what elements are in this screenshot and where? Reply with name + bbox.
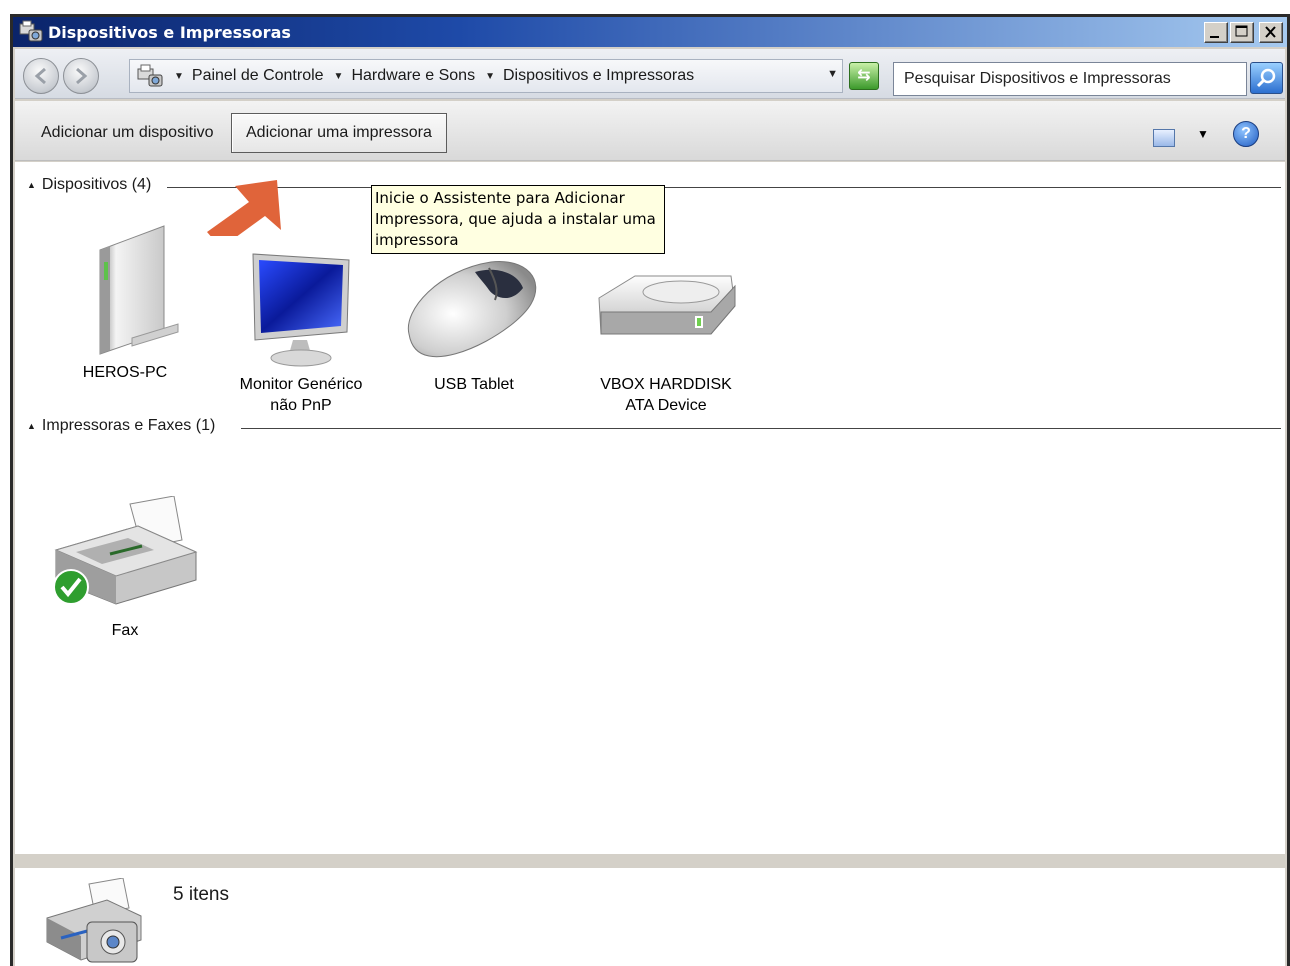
breadcrumb[interactable]: ▼ Painel de Controle ▼ Hardware e Sons ▼ Di… xyxy=(129,59,843,93)
monitor-icon xyxy=(241,250,361,368)
change-view-icon[interactable] xyxy=(1153,129,1175,147)
device-item[interactable]: Fax xyxy=(45,495,205,641)
chevron-down-icon[interactable]: ▼ xyxy=(174,71,184,82)
title-bar[interactable]: Dispositivos e Impressoras xyxy=(13,17,1287,47)
device-item[interactable]: USB Tablet xyxy=(399,250,549,395)
add-printer-button[interactable]: Adicionar uma impressora xyxy=(231,113,447,153)
forward-button[interactable] xyxy=(63,58,99,94)
window: Dispositivos e Impressoras ▼ Painel de C… xyxy=(10,14,1290,966)
device-list: ▲ Dispositivos (4) Inicie o Assistente p… xyxy=(15,162,1285,854)
search-input[interactable]: Pesquisar Dispositivos e Impressoras xyxy=(893,62,1247,96)
computer-icon xyxy=(70,220,180,356)
refresh-icon: ⇆ xyxy=(857,67,871,84)
command-bar: Adicionar um dispositivo Adicionar uma i… xyxy=(15,101,1285,161)
device-item[interactable]: HEROS-PC xyxy=(55,220,195,383)
hard-disk-icon xyxy=(591,262,741,368)
chevron-down-icon[interactable]: ▼ xyxy=(334,71,344,82)
arrow-left-icon xyxy=(34,67,46,85)
group-header-devices[interactable]: ▲ Dispositivos (4) xyxy=(27,176,151,194)
back-button[interactable] xyxy=(23,58,59,94)
group-divider xyxy=(167,187,1281,188)
arrow-right-icon xyxy=(76,67,88,85)
group-header-printers[interactable]: ▲ Impressoras e Faxes (1) xyxy=(27,417,215,435)
chevron-down-icon[interactable]: ▼ xyxy=(485,71,495,82)
minimize-button[interactable] xyxy=(1204,22,1228,43)
breadcrumb-item-painel[interactable]: ▼ Painel de Controle xyxy=(174,67,324,85)
item-count: 5 itens xyxy=(173,884,229,905)
breadcrumb-item-hardware[interactable]: ▼ Hardware e Sons xyxy=(334,67,476,85)
collapse-triangle-icon[interactable]: ▲ xyxy=(27,180,36,190)
collapse-triangle-icon[interactable]: ▲ xyxy=(27,421,36,431)
default-check-icon xyxy=(53,569,89,605)
devices-printers-icon xyxy=(136,63,164,89)
device-item[interactable]: Monitor Genérico não PnP xyxy=(227,250,375,416)
refresh-button[interactable]: ⇆ xyxy=(849,62,879,90)
address-bar: ▼ Painel de Controle ▼ Hardware e Sons ▼ Di… xyxy=(15,49,1285,99)
tooltip: Inicie o Assistente para Adicionar Impre… xyxy=(371,185,665,254)
pointer-arrow-icon xyxy=(207,180,281,236)
devices-printers-icon xyxy=(43,877,143,966)
add-device-button[interactable]: Adicionar um dispositivo xyxy=(27,113,228,153)
breadcrumb-item-dispositivos[interactable]: ▼ Dispositivos e Impressoras xyxy=(485,67,694,85)
close-button[interactable] xyxy=(1259,22,1283,43)
address-dropdown-icon[interactable]: ▼ xyxy=(827,68,838,80)
details-pane: 5 itens xyxy=(15,862,1285,966)
devices-printers-icon xyxy=(18,20,44,44)
fax-icon xyxy=(50,495,200,614)
view-dropdown-icon[interactable]: ▼ xyxy=(1197,127,1209,141)
search-icon xyxy=(1256,68,1276,88)
help-icon[interactable]: ? xyxy=(1233,121,1259,147)
maximize-button[interactable] xyxy=(1230,22,1254,43)
group-divider xyxy=(241,428,1281,429)
mouse-icon xyxy=(399,250,549,368)
search-button[interactable] xyxy=(1250,62,1283,94)
device-item[interactable]: VBOX HARDDISK ATA Device xyxy=(581,262,751,416)
window-title: Dispositivos e Impressoras xyxy=(48,22,291,42)
